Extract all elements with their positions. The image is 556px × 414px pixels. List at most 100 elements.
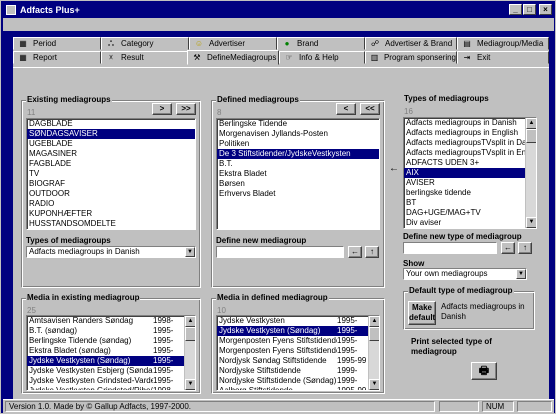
chevron-down-icon[interactable]: ▼	[516, 269, 526, 279]
add-up-button[interactable]: ↑	[365, 246, 379, 258]
tab-advertiser[interactable]: ☺ Advertiser	[189, 37, 277, 50]
table-row[interactable]: Jydske Vestkysten Grindsted/Ribe/E1998-	[27, 386, 184, 390]
list-item[interactable]: OUTDOOR	[27, 189, 195, 199]
list-item[interactable]: Børsen	[217, 179, 379, 189]
list-item[interactable]: TV	[27, 169, 195, 179]
table-row[interactable]: Berlingske Tidende (søndag) 1995-	[27, 336, 184, 346]
list-item[interactable]: Berlingske Tidende	[217, 119, 379, 129]
tab-result[interactable]: ☓ Result	[101, 51, 189, 64]
make-default-button[interactable]: Make default	[408, 301, 436, 325]
scroll-down-icon[interactable]: ▼	[526, 217, 536, 228]
scroll-thumb[interactable]	[369, 327, 379, 341]
app-icon	[6, 5, 16, 15]
new-mediagroup-input[interactable]	[216, 246, 344, 258]
list-item[interactable]: FAGBLADE	[27, 159, 195, 169]
tab-report[interactable]: ▦ Report	[13, 51, 101, 64]
scrollbar[interactable]: ▲ ▼	[368, 316, 379, 390]
scroll-up-icon[interactable]: ▲	[185, 316, 195, 327]
list-item[interactable]: B.T.	[217, 159, 379, 169]
list-item[interactable]: AIX	[404, 168, 525, 178]
tab-label: Brand	[297, 39, 319, 48]
scroll-up-icon[interactable]: ▲	[526, 118, 536, 129]
list-item[interactable]: KUPONHÆFTER	[27, 209, 195, 219]
table-row[interactable]: Jydske Vestkysten 1995-	[217, 316, 368, 326]
list-item[interactable]: berlingske tidende	[404, 188, 525, 198]
table-row[interactable]: Ekstra Bladet (søndag) 1995-	[27, 346, 184, 356]
list-item[interactable]: Adfacts mediagroupsTVsplit in Dan	[404, 138, 525, 148]
list-item[interactable]: BIOGRAF	[27, 179, 195, 189]
tab-info-help[interactable]: ☞ Info & Help	[279, 51, 365, 64]
table-row[interactable]: Aalborg Stiftstidende 1995-99	[217, 386, 368, 390]
add-type-left-button[interactable]: ←	[501, 242, 515, 254]
existing-mediagroups-list[interactable]: DAGBLADE SØNDAGSAVISER UGEBLADE MAGASINER FA…	[26, 118, 196, 230]
scrollbar[interactable]: ▲ ▼	[525, 118, 536, 228]
table-row[interactable]: Nordjysk Søndag Stiftstidende 1995-99	[217, 356, 368, 366]
move-selected-button[interactable]: >	[152, 103, 172, 115]
add-type-up-button[interactable]: ↑	[518, 242, 532, 254]
media-existing-list[interactable]: Amtsavisen Randers Søndag 1998- B.T. (sønd…	[26, 315, 196, 391]
close-button[interactable]: ×	[539, 4, 552, 15]
list-item[interactable]: Adfacts mediagroupsTVsplit in Eng	[404, 148, 525, 158]
table-row[interactable]: Morgenposten Fyens Stiftstidende1995-	[217, 336, 368, 346]
list-item[interactable]: SØNDAGSAVISER	[27, 129, 195, 139]
table-row[interactable]: Nordjyske Stiftstidende 1999-	[217, 366, 368, 376]
types-of-mediagroups-list[interactable]: Adfacts mediagroups in Danish Adfacts med…	[403, 117, 537, 229]
list-item[interactable]: MAGASINER	[27, 149, 195, 159]
table-row[interactable]: Morgenposten Fyens Stiftstidende (S1995-	[217, 346, 368, 356]
scroll-thumb[interactable]	[185, 327, 195, 341]
list-item[interactable]: Ekstra Bladet	[217, 169, 379, 179]
tab-mediagroup-media[interactable]: ▤ Mediagroup/Media	[457, 37, 549, 50]
defined-mediagroups-list[interactable]: Berlingske Tidende Morgenavisen Jyllands-…	[216, 118, 380, 230]
list-item[interactable]: De 3 Stiftstidender/JydskeVestkysten	[217, 149, 379, 159]
list-item[interactable]: Adfacts mediagroups in English	[404, 128, 525, 138]
list-item[interactable]: DAGBLADE	[27, 119, 195, 129]
table-row[interactable]: Jydske Vestkysten Grindsted-Varde (S1995…	[27, 376, 184, 386]
move-all-button[interactable]: >>	[176, 103, 196, 115]
list-item[interactable]: Morgenavisen Jyllands-Posten	[217, 129, 379, 139]
table-row[interactable]: B.T. (søndag) 1995-	[27, 326, 184, 336]
tab-exit[interactable]: ⇥ Exit	[457, 51, 549, 64]
scroll-down-icon[interactable]: ▼	[369, 379, 379, 390]
list-item[interactable]: DAG+UGE/MAG+TV	[404, 208, 525, 218]
scroll-down-icon[interactable]: ▼	[185, 379, 195, 390]
list-item[interactable]: UGEBLADE	[27, 139, 195, 149]
new-type-input[interactable]	[403, 242, 497, 254]
media-defined-list[interactable]: Jydske Vestkysten 1995- Jydske Vestkysten …	[216, 315, 380, 391]
scroll-thumb[interactable]	[526, 129, 536, 143]
list-item[interactable]: HUSSTANDSOMDELTE	[27, 219, 195, 229]
scroll-up-icon[interactable]: ▲	[369, 316, 379, 327]
tab-definemediagroups[interactable]: ⚒ DefineMediagroups	[187, 50, 279, 65]
tab-advertiser-brand[interactable]: ☍ Advertiser & Brand	[365, 37, 457, 50]
table-row[interactable]: Jydske Vestkysten Esbjerg (Søndag)1995-	[27, 366, 184, 376]
list-item[interactable]: Adfacts mediagroups in Danish	[404, 118, 525, 128]
list-item[interactable]: RADIO	[27, 199, 195, 209]
table-row[interactable]: Nordjyske Stiftstidende (Søndag)1999-	[217, 376, 368, 386]
list-item[interactable]: BT	[404, 198, 525, 208]
defined-mediagroups-group: Defined mediagroups 8 < << Berlingske Ti…	[211, 95, 385, 288]
media-name: Jydske Vestkysten	[219, 316, 285, 325]
table-row[interactable]: Jydske Vestkysten (Søndag) 1995-	[27, 356, 184, 366]
item-count: 8	[217, 108, 222, 117]
remove-selected-button[interactable]: <	[336, 103, 356, 115]
media-name: Jydske Vestkysten (Søndag)	[29, 356, 131, 365]
list-item[interactable]: AVISER	[404, 178, 525, 188]
types-dropdown[interactable]: Adfacts mediagroups in Danish ▼	[26, 246, 196, 258]
maximize-button[interactable]: □	[523, 4, 536, 15]
tab-brand[interactable]: ● Brand	[277, 37, 365, 50]
list-item[interactable]: Politiken	[217, 139, 379, 149]
tab-period[interactable]: ▦ Period	[13, 37, 101, 50]
minimize-button[interactable]: _	[509, 4, 522, 15]
tab-program-sponsering[interactable]: ▥ Program sponsering	[365, 51, 457, 64]
list-item[interactable]: Erhvervs Bladet	[217, 189, 379, 199]
scrollbar[interactable]: ▲ ▼	[184, 316, 195, 390]
list-item[interactable]: Div aviser	[404, 218, 525, 228]
table-row[interactable]: Amtsavisen Randers Søndag 1998-	[27, 316, 184, 326]
show-dropdown[interactable]: Your own mediagroups ▼	[403, 268, 527, 280]
add-left-button[interactable]: ←	[348, 246, 362, 258]
list-item[interactable]: ADFACTS UDEN 3+	[404, 158, 525, 168]
chevron-down-icon[interactable]: ▼	[185, 247, 195, 257]
tab-category[interactable]: ஃ Category	[101, 37, 189, 50]
remove-all-button[interactable]: <<	[360, 103, 380, 115]
print-button[interactable]: 🖶	[471, 362, 497, 380]
table-row[interactable]: Jydske Vestkysten (Søndag) 1995-	[217, 326, 368, 336]
